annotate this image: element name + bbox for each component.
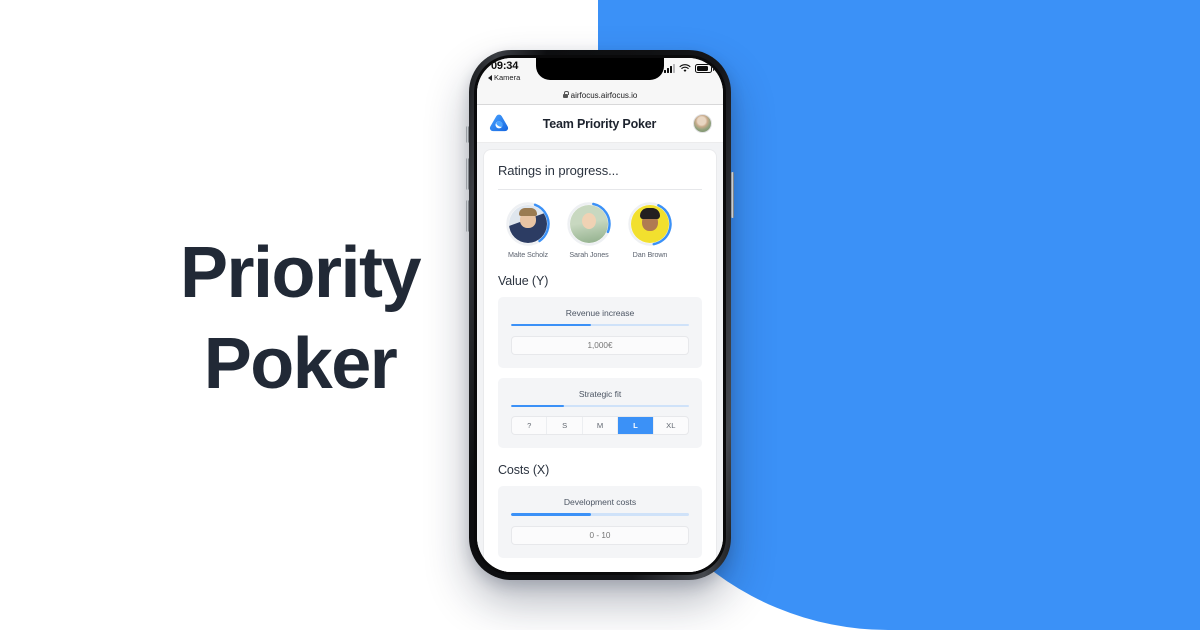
back-arrow-icon xyxy=(488,74,492,81)
criterion-title: Strategic fit xyxy=(578,389,622,400)
list-item[interactable]: Dan Brown xyxy=(626,202,674,259)
segment-option[interactable]: ? xyxy=(512,417,548,435)
phone-bezel: 09:34 Kamera airfocus.airfocus.io Team P… xyxy=(474,55,726,575)
page-title: Priority Poker xyxy=(60,228,540,409)
back-app-label: Kamera xyxy=(494,73,521,82)
criterion-title: Development costs xyxy=(563,497,637,508)
status-time: 09:34 xyxy=(491,60,519,72)
group-label-value: Value (Y) xyxy=(498,274,549,288)
url-text: airfocus.airfocus.io xyxy=(570,90,638,100)
volume-up-button[interactable] xyxy=(466,158,469,190)
app-content: Ratings in progress... Malte Scholz Sara… xyxy=(477,143,723,572)
battery-icon xyxy=(695,64,714,73)
strategic-fit-segmented-control[interactable]: ? S M L XL xyxy=(511,416,689,436)
segment-option[interactable]: XL xyxy=(654,417,688,434)
headline-line-2: Poker xyxy=(203,323,398,404)
rater-photo xyxy=(631,205,669,243)
segment-option[interactable]: M xyxy=(583,417,619,435)
rater-name: Malte Scholz xyxy=(508,250,548,259)
status-indicators xyxy=(664,64,714,73)
phone-screen: 09:34 Kamera airfocus.airfocus.io Team P… xyxy=(477,58,723,572)
group-label-costs: Costs (X) xyxy=(498,463,550,478)
segment-option[interactable]: S xyxy=(547,417,583,435)
lock-icon xyxy=(562,90,569,98)
criterion-progress xyxy=(511,513,689,516)
progress-ring xyxy=(506,202,550,246)
criterion-card-development-costs: Development costs xyxy=(498,486,702,558)
rater-name: Sarah Jones xyxy=(569,250,609,259)
criterion-card-strategic-fit: Strategic fit ? S M L XL xyxy=(498,378,702,449)
progress-ring xyxy=(567,202,611,246)
cellular-signal-icon xyxy=(664,64,675,73)
list-item[interactable]: Sarah Jones xyxy=(565,202,613,259)
progress-ring xyxy=(628,202,672,246)
segment-option-selected[interactable]: L xyxy=(618,417,654,435)
power-button[interactable] xyxy=(731,172,734,218)
section-title: Ratings in progress... xyxy=(498,163,619,178)
divider xyxy=(498,189,702,190)
avatar[interactable] xyxy=(693,114,712,133)
phone-mockup: 09:34 Kamera airfocus.airfocus.io Team P… xyxy=(466,50,734,580)
criterion-card-revenue: Revenue increase xyxy=(498,297,702,369)
rater-name: Dan Brown xyxy=(632,250,668,259)
wifi-icon xyxy=(679,64,691,72)
volume-down-button[interactable] xyxy=(466,200,469,232)
rater-photo xyxy=(570,205,608,243)
headline-line-1: Priority xyxy=(179,233,422,313)
rater-list: Malte Scholz Sarah Jones Dan Brown xyxy=(498,202,702,259)
phone-notch xyxy=(536,58,664,80)
app-title: Team Priority Poker xyxy=(542,116,657,131)
criterion-progress xyxy=(511,324,689,327)
ratings-panel: Ratings in progress... Malte Scholz Sara… xyxy=(484,150,716,572)
back-to-app-link[interactable]: Kamera xyxy=(488,73,520,82)
poster-canvas: Priority Poker 09:34 Kamera airfocus.air… xyxy=(0,0,1200,630)
browser-url-bar[interactable]: airfocus.airfocus.io xyxy=(477,86,723,105)
revenue-input[interactable] xyxy=(511,336,689,356)
list-item[interactable]: Malte Scholz xyxy=(504,202,552,259)
rater-photo xyxy=(509,205,547,243)
app-header: Team Priority Poker xyxy=(477,105,723,143)
criterion-progress xyxy=(511,405,689,408)
development-costs-input[interactable] xyxy=(511,525,689,545)
criterion-title: Revenue increase xyxy=(565,308,635,318)
silent-switch[interactable] xyxy=(466,126,469,143)
